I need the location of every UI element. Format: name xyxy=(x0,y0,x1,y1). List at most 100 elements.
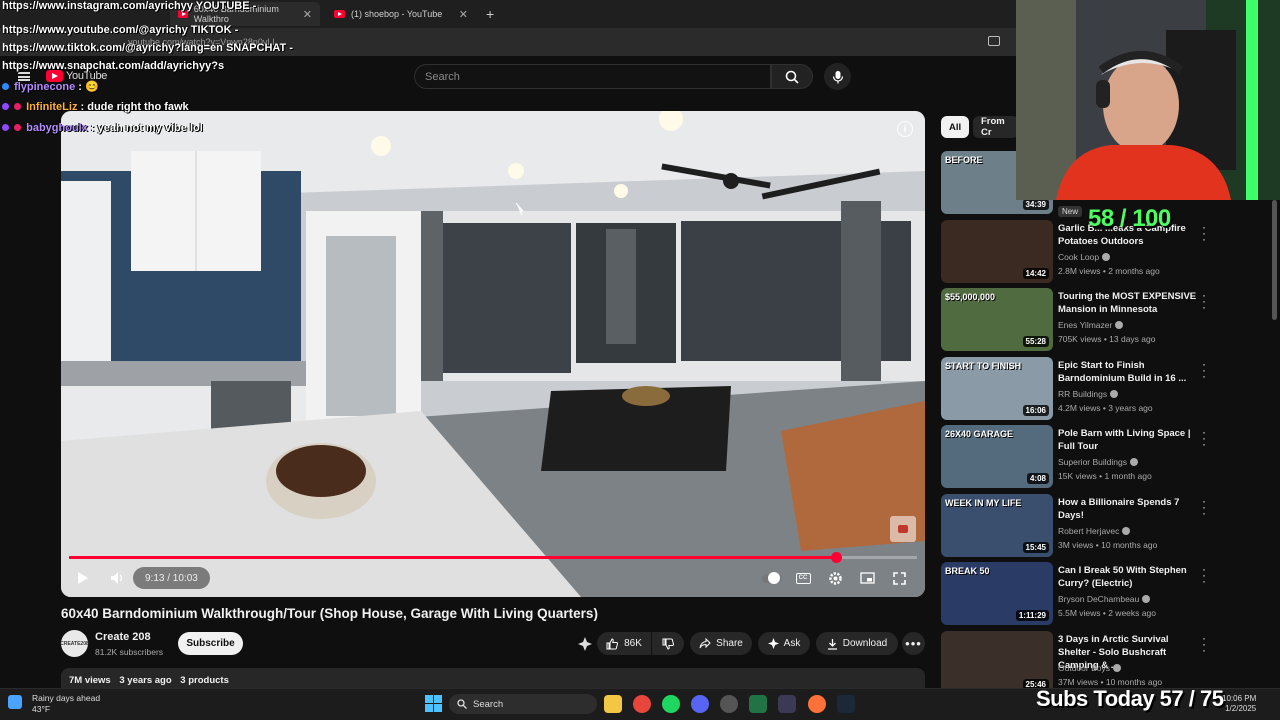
chat-badge-icon xyxy=(14,103,22,110)
related-video-item[interactable]: BREAK 50 1:11:29 Can I Break 50 With Steph… xyxy=(941,562,1211,626)
related-video-channel[interactable]: RR Buildings xyxy=(1058,389,1119,399)
chrome-icon[interactable] xyxy=(633,695,651,713)
related-video-channel[interactable]: Enes Yilmazer xyxy=(1058,320,1124,330)
time-display: 9:13 / 10:03 xyxy=(133,567,210,589)
related-video-title[interactable]: How a Billionaire Spends 7 Days! xyxy=(1058,496,1198,522)
more-vertical-icon[interactable]: · · · xyxy=(1199,563,1209,587)
tab-shoebop[interactable]: (1) shoebop - YouTube ✕ xyxy=(326,2,476,26)
more-actions-button[interactable]: ••• xyxy=(902,632,925,655)
more-vertical-icon[interactable]: · · · xyxy=(1199,495,1209,519)
voice-search-button[interactable] xyxy=(824,63,851,90)
fullscreen-button[interactable] xyxy=(887,567,911,589)
verified-icon xyxy=(1112,664,1121,672)
related-video-title[interactable]: Touring the MOST EXPENSIVE Mansion in Mi… xyxy=(1058,290,1198,316)
firefox-icon[interactable] xyxy=(808,695,826,713)
chat-badge-icon xyxy=(2,124,9,131)
spotify-icon[interactable] xyxy=(662,695,680,713)
more-vertical-icon[interactable]: · · · xyxy=(1199,632,1209,656)
related-video-meta: 4.2M views • 3 years ago xyxy=(1058,403,1153,413)
settings-button[interactable] xyxy=(823,567,847,589)
app-icon[interactable] xyxy=(778,695,796,713)
related-video-item[interactable]: WEEK IN MY LIFE 15:45 How a Billionaire Sp… xyxy=(941,494,1211,558)
video-thumbnail[interactable]: 25:46 xyxy=(941,631,1053,694)
more-vertical-icon[interactable]: · · · xyxy=(1199,221,1209,245)
cast-icon[interactable] xyxy=(988,36,1000,46)
steam-icon[interactable] xyxy=(837,695,855,713)
ask-button[interactable]: Ask xyxy=(758,632,810,655)
search-input[interactable] xyxy=(425,65,755,88)
verified-icon xyxy=(1110,390,1119,398)
related-video-item[interactable]: $55,000,000 55:28 Touring the MOST EXPENSI… xyxy=(941,288,1211,352)
overlay-link-line: https://www.snapchat.com/add/ayrichyy?s xyxy=(2,60,225,72)
more-vertical-icon[interactable]: · · · xyxy=(1199,358,1209,382)
system-clock[interactable]: 10:06 PM 1/2/2025 xyxy=(1222,694,1256,714)
related-video-title[interactable]: Pole Barn with Living Space | Full Tour xyxy=(1058,427,1198,453)
weather-widget[interactable]: Rainy days ahead 43°F xyxy=(14,693,100,715)
chat-badge-icon xyxy=(14,124,22,131)
new-tab-button[interactable]: + xyxy=(486,6,494,22)
chat-username: InfiniteLiz xyxy=(26,101,78,113)
product-count[interactable]: 3 products xyxy=(180,675,229,686)
search-button[interactable] xyxy=(771,64,813,89)
related-video-title[interactable]: Epic Start to Finish Barndominium Build … xyxy=(1058,359,1198,385)
info-icon[interactable]: i xyxy=(897,121,913,137)
taskbar-search-label: Search xyxy=(473,698,504,710)
related-video-item[interactable]: 26X40 GARAGE 4:08 Pole Barn with Living Sp… xyxy=(941,425,1211,489)
related-video-channel[interactable]: Robert Herjavec xyxy=(1058,526,1131,536)
video-thumbnail[interactable]: WEEK IN MY LIFE 15:45 xyxy=(941,494,1053,557)
chip-from-creator[interactable]: From Cr xyxy=(973,116,1019,138)
progress-bar[interactable] xyxy=(69,552,917,563)
related-video-title[interactable]: Can I Break 50 With Stephen Curry? (Elec… xyxy=(1058,564,1198,590)
related-video-item[interactable]: START TO FINISH 16:06 Epic Start to Finish… xyxy=(941,357,1211,421)
more-vertical-icon[interactable]: · · · xyxy=(1199,426,1209,450)
close-tab-icon[interactable]: ✕ xyxy=(303,8,312,21)
sparkle-icon[interactable] xyxy=(578,637,592,651)
scrollbar[interactable] xyxy=(1272,200,1277,320)
verified-icon xyxy=(1102,253,1111,261)
video-thumbnail[interactable]: $55,000,000 55:28 xyxy=(941,288,1053,351)
download-button[interactable]: Download xyxy=(816,632,898,655)
dislike-button[interactable] xyxy=(652,632,684,655)
more-vertical-icon[interactable]: · · · xyxy=(1199,289,1209,313)
volume-icon xyxy=(111,572,122,584)
play-button[interactable] xyxy=(71,567,95,589)
related-video-channel[interactable]: Bryson DeChambeau xyxy=(1058,594,1151,604)
video-thumbnail[interactable]: BREAK 50 1:11:29 xyxy=(941,562,1053,625)
related-video-channel[interactable]: Superior Buildings xyxy=(1058,457,1138,467)
video-thumbnail[interactable]: START TO FINISH 16:06 xyxy=(941,357,1053,420)
windows-start-icon[interactable] xyxy=(425,695,442,712)
tab-label: (1) shoebop - YouTube xyxy=(351,9,443,19)
like-button[interactable]: 86K xyxy=(597,632,651,655)
obs-icon[interactable] xyxy=(720,695,738,713)
video-thumbnail[interactable]: 26X40 GARAGE 4:08 xyxy=(941,425,1053,488)
video-thumbnail[interactable]: 14:42 xyxy=(941,220,1053,283)
excel-icon[interactable] xyxy=(749,695,767,713)
autoplay-toggle[interactable] xyxy=(759,567,785,589)
clock-time: 10:06 PM xyxy=(1222,694,1257,703)
related-video-channel[interactable]: Outdoor Boys xyxy=(1058,663,1121,673)
related-video-channel[interactable]: Cook Loop xyxy=(1058,252,1111,262)
miniplayer-button[interactable] xyxy=(855,567,879,589)
youtube-favicon-icon xyxy=(334,10,345,18)
captions-button[interactable]: CC xyxy=(791,567,815,589)
chat-badge-icon xyxy=(2,103,9,110)
video-duration: 14:42 xyxy=(1022,268,1049,279)
webcam-image xyxy=(1016,0,1280,200)
subscribe-button[interactable]: Subscribe xyxy=(178,632,243,655)
close-tab-icon[interactable]: ✕ xyxy=(459,8,468,21)
mute-button[interactable] xyxy=(105,567,129,589)
taskbar-search[interactable]: Search xyxy=(449,694,597,714)
channel-name[interactable]: Create 208 xyxy=(95,631,151,643)
progress-fill xyxy=(69,556,837,559)
chip-all[interactable]: All xyxy=(941,116,970,138)
channel-watermark-icon[interactable] xyxy=(890,516,916,542)
discord-icon[interactable] xyxy=(691,695,709,713)
file-explorer-icon[interactable] xyxy=(604,695,622,713)
video-duration: 1:11:29 xyxy=(1015,610,1049,621)
thumbnail-text: BREAK 50 xyxy=(945,566,990,576)
channel-avatar[interactable]: CREATE208 xyxy=(60,630,89,657)
share-button[interactable]: Share xyxy=(690,632,752,655)
upload-age: 3 years ago xyxy=(119,675,172,686)
video-player[interactable]: i 9:13 / 10:03 CC xyxy=(61,111,925,597)
related-video-meta: 2.8M views • 2 months ago xyxy=(1058,266,1160,276)
